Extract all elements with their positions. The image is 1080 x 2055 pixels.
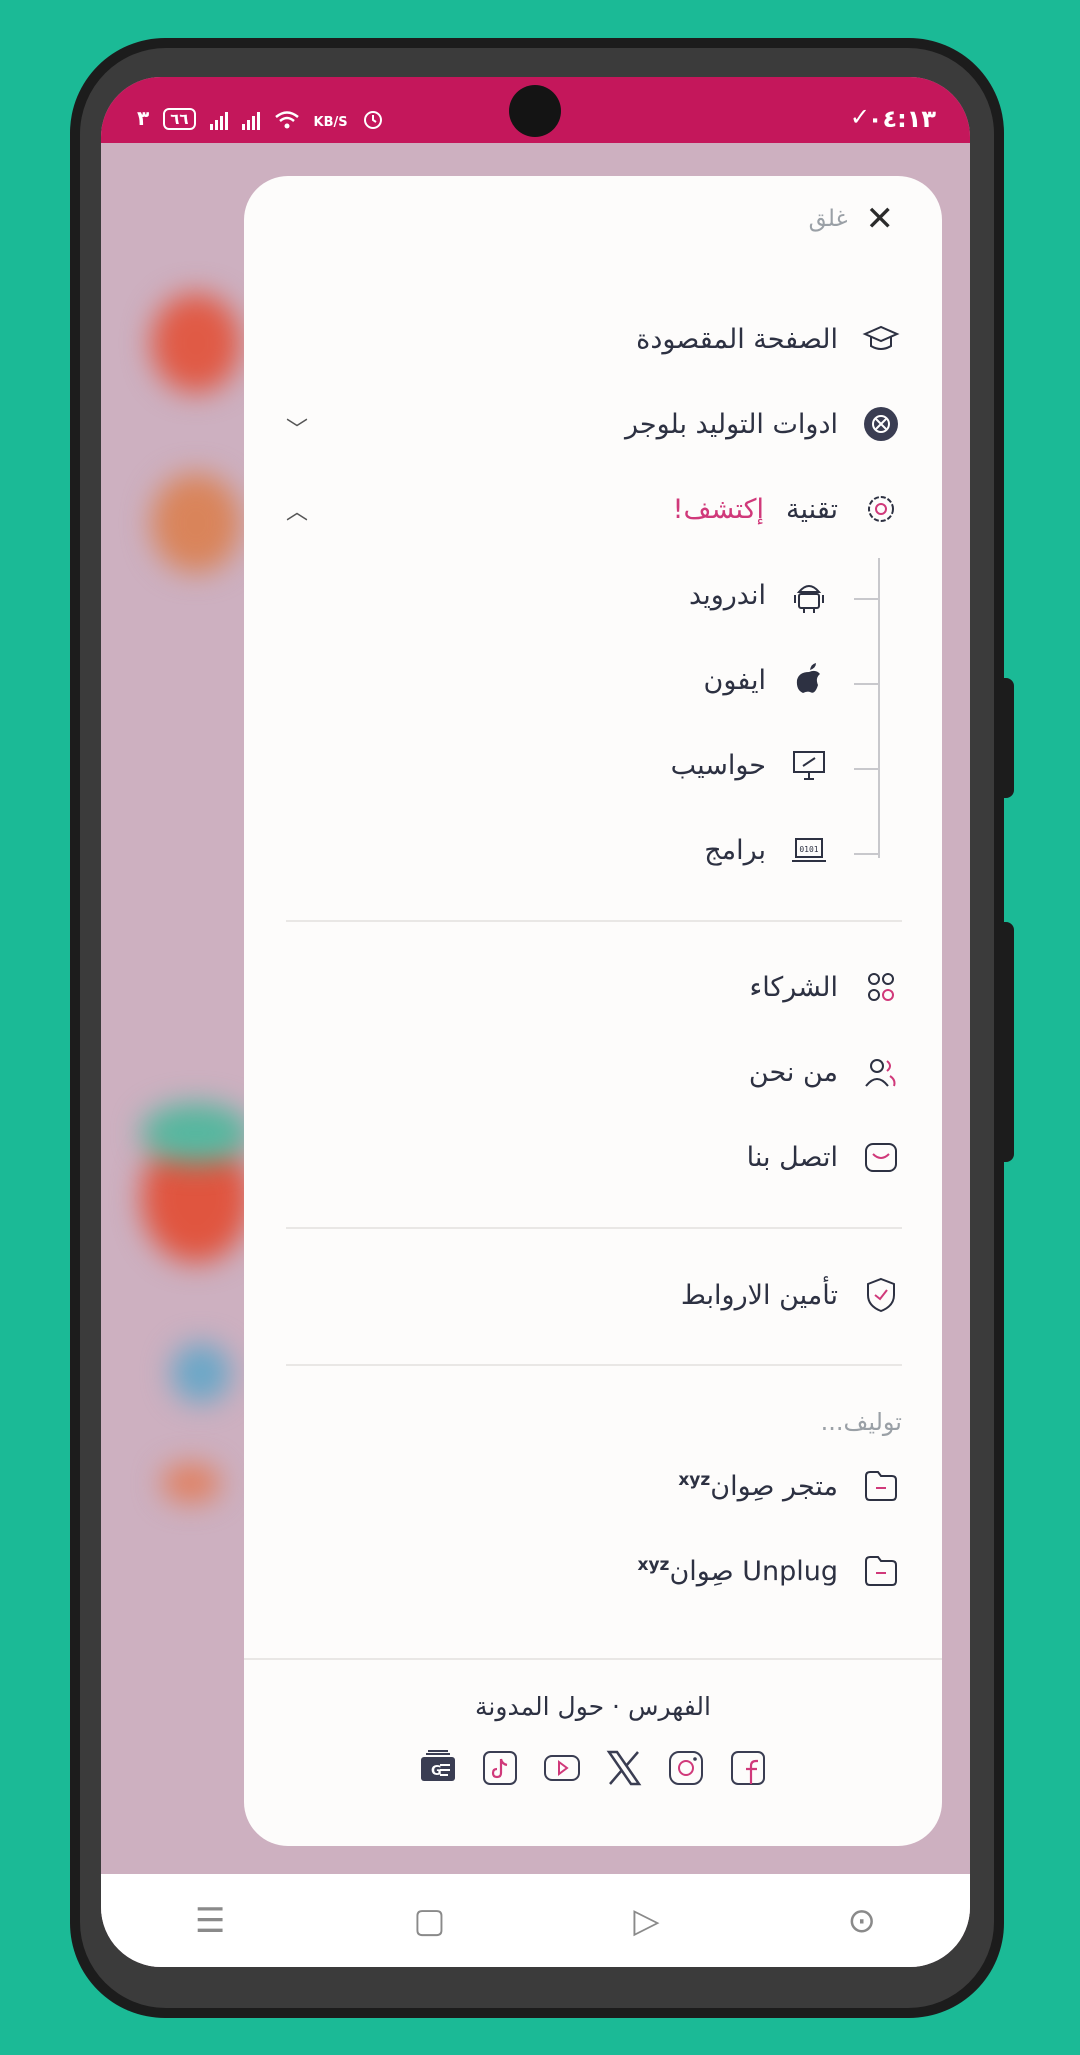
back-nav-icon[interactable]: ▷: [633, 1901, 659, 1941]
tiktok-icon[interactable]: [480, 1748, 520, 1788]
submenu-item-label: حواسيب: [670, 749, 766, 781]
section-label: توليف...: [820, 1408, 902, 1436]
footer-link-about[interactable]: حول المدونة: [475, 1692, 604, 1721]
divider: [286, 920, 902, 922]
close-button[interactable]: غلق ✕: [809, 202, 894, 236]
signal-icon: [241, 110, 260, 130]
close-label: غلق: [808, 206, 848, 232]
google-news-icon[interactable]: G: [418, 1748, 458, 1788]
submenu-item-iphone[interactable]: ايفون: [704, 659, 830, 701]
facebook-icon[interactable]: [728, 1748, 768, 1788]
discover-badge: إكتشف!: [672, 493, 765, 525]
status-bar: ٣ ٦٦ KB/S ✓ ٠٤:١٣: [101, 77, 970, 143]
monitor-icon: [788, 744, 830, 786]
status-time: ٠٤:١٣: [867, 105, 936, 133]
chevron-up-icon[interactable]: ︿: [286, 494, 308, 526]
menu-item-contact[interactable]: اتصل بنا: [747, 1136, 902, 1178]
submenu-item-android[interactable]: اندرويد: [689, 574, 830, 616]
menu-item-tech[interactable]: تقنية إكتشف!: [673, 488, 902, 530]
submenu-item-label: برامج: [704, 834, 766, 866]
close-icon: ✕: [865, 199, 895, 239]
menu-item-shop[interactable]: متجر صِوانxyz: [678, 1465, 902, 1507]
navigation-bar: ☰ ▢ ▷ ⊙: [101, 1874, 970, 1967]
tree-branch: [854, 853, 880, 855]
partners-icon: [860, 966, 902, 1008]
menu-item-label: تأمين الاروابط: [680, 1279, 838, 1311]
signal-icon: [209, 110, 228, 130]
menu-nav-icon[interactable]: ☰: [195, 1901, 225, 1941]
menu-item-partners[interactable]: الشركاء: [750, 966, 903, 1008]
folder-icon: [860, 1465, 902, 1507]
submenu-item-computers[interactable]: حواسيب: [671, 744, 830, 786]
camera-cutout: [509, 85, 561, 137]
tree-branch: [854, 683, 880, 685]
youtube-icon[interactable]: [542, 1748, 582, 1788]
network-speed: KB/S: [313, 115, 348, 130]
home-nav-icon[interactable]: ▢: [413, 1901, 445, 1941]
power-button: [1004, 922, 1014, 1162]
menu-item-label: تقنية: [786, 493, 838, 525]
graduation-cap-icon: [860, 318, 902, 360]
footer-link-index[interactable]: الفهرس: [628, 1692, 711, 1721]
side-menu-panel: غلق ✕ الصفحة المقصودة ادوات التوليد بلوج…: [244, 176, 942, 1846]
menu-item-link-security[interactable]: تأمين الاروابط: [681, 1274, 902, 1316]
tools-gear-icon: [860, 403, 902, 445]
menu-item-label: من نحن: [748, 1056, 838, 1088]
menu-item-landing[interactable]: الصفحة المقصودة: [636, 318, 902, 360]
laptop-code-icon: 0101: [788, 829, 830, 871]
assist-nav-icon[interactable]: ⊙: [847, 1901, 876, 1941]
menu-item-label: Unplug صِوانxyz: [637, 1555, 838, 1587]
users-icon: [860, 1051, 902, 1093]
volume-button: [1004, 678, 1014, 798]
instagram-icon[interactable]: [666, 1748, 706, 1788]
divider: [286, 1364, 902, 1366]
status-icons: ٣ ٦٦ KB/S: [137, 106, 384, 130]
menu-item-label: الصفحة المقصودة: [636, 323, 838, 355]
battery-indicator: ٦٦: [163, 108, 196, 130]
menu-item-label: الشركاء: [749, 971, 839, 1003]
menu-item-unplug[interactable]: Unplug صِوانxyz: [637, 1550, 902, 1592]
menu-item-blogger-tools[interactable]: ادوات التوليد بلوجر: [625, 403, 902, 445]
footer-links: الفهرس · حول المدونة: [244, 1692, 942, 1721]
superscript: xyz: [678, 1470, 711, 1490]
gear-icon: [860, 488, 902, 530]
footer-divider: [244, 1658, 942, 1660]
divider: [286, 1227, 902, 1229]
x-icon[interactable]: [604, 1748, 644, 1788]
svg-text:0101: 0101: [799, 845, 818, 854]
footer-separator: ·: [612, 1692, 620, 1721]
svg-text:G: G: [431, 1764, 442, 1779]
social-links: G: [244, 1748, 942, 1788]
menu-item-about-us[interactable]: من نحن: [749, 1051, 902, 1093]
wifi-icon: [274, 111, 299, 129]
menu-item-label: متجر صِوانxyz: [678, 1470, 838, 1502]
tree-branch: [854, 768, 880, 770]
submenu-item-software[interactable]: 0101 برامج: [704, 829, 830, 871]
alarm-icon: [363, 111, 382, 129]
submenu-item-label: اندرويد: [689, 579, 766, 611]
menu-item-label: اتصل بنا: [746, 1141, 838, 1173]
superscript: xyz: [637, 1555, 670, 1575]
android-icon: [788, 574, 830, 616]
folder-icon: [860, 1550, 902, 1592]
submenu-tree-line: [878, 558, 880, 858]
menu-item-label: ادوات التوليد بلوجر: [624, 408, 838, 440]
mail-icon: [860, 1136, 902, 1178]
apple-icon: [788, 659, 830, 701]
shield-check-icon: [860, 1274, 902, 1316]
submenu-item-label: ايفون: [703, 664, 766, 696]
chevron-down-icon[interactable]: ﹀: [286, 412, 308, 444]
tree-branch: [854, 598, 880, 600]
